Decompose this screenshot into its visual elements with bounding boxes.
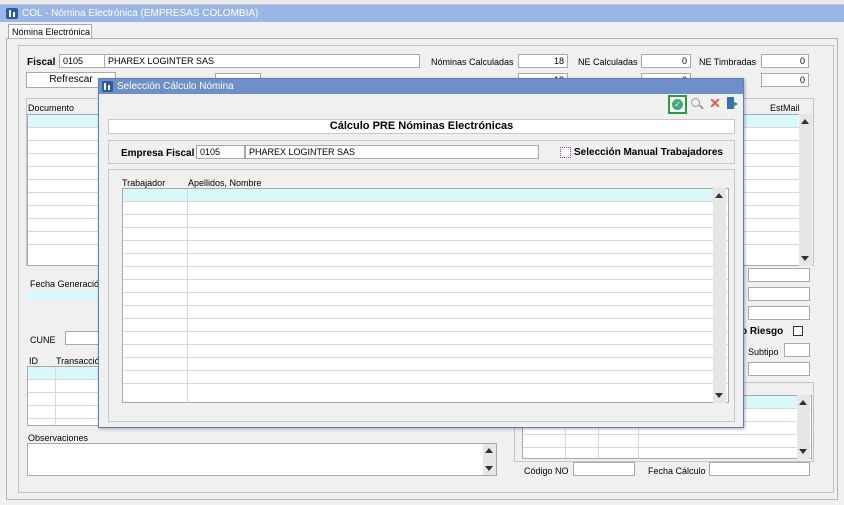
riesgo-checkbox[interactable]: [793, 326, 803, 336]
fecha-calculo-label: Fecha Cálculo: [648, 466, 706, 476]
right-field-3[interactable]: [748, 306, 810, 320]
seleccion-calculo-dialog: Selección Cálculo Nómina ✓ ✕ Cálculo PRE…: [98, 78, 744, 428]
tab-nomina-electronica[interactable]: Nómina Electrónica: [8, 24, 92, 39]
exit-button[interactable]: [726, 96, 740, 110]
seleccion-manual-checkbox[interactable]: [560, 147, 571, 158]
subtipo-field[interactable]: [784, 343, 810, 357]
cune-label: CUNE: [30, 335, 56, 345]
scroll-down-icon[interactable]: [485, 466, 493, 471]
fiscal-name-field[interactable]: PHAREX LOGINTER SAS: [104, 54, 420, 68]
seleccion-manual-label: Selección Manual Trabajadores: [574, 147, 723, 158]
empresa-code-field[interactable]: 0105: [196, 145, 245, 159]
ne-timbradas-label: NE Timbradas: [699, 57, 757, 67]
codigo-no-field[interactable]: [573, 462, 635, 476]
right-field-2[interactable]: [748, 287, 810, 301]
row2-value-c: 0: [761, 73, 809, 87]
trabajadores-grid[interactable]: [122, 188, 729, 403]
fiscal-label: Fiscal: [27, 57, 56, 68]
fecha-generacion-label: Fecha Generació: [30, 279, 100, 289]
search-button[interactable]: [690, 97, 704, 111]
estmail-header: EstMail: [770, 103, 800, 113]
dialog-heading: Cálculo PRE Nóminas Electrónicas: [329, 120, 514, 132]
ne-calculadas-label: NE Calculadas: [578, 57, 638, 67]
fecha-generacion-grid: [28, 290, 100, 300]
observaciones-scrollbar[interactable]: [483, 444, 496, 475]
riesgo-label: o Riesgo: [741, 326, 784, 337]
nominas-calculadas-label: Nóminas Calculadas: [431, 57, 514, 67]
app-icon: [6, 8, 18, 19]
close-icon: ✕: [709, 95, 721, 111]
dialog-app-icon: [102, 81, 113, 92]
transacciones-grid[interactable]: [27, 366, 102, 426]
scroll-up-icon[interactable]: [715, 193, 723, 198]
cancel-button[interactable]: ✕: [708, 96, 722, 110]
window-titlebar: COL - Nómina Electrónica (EMPRESAS COLOM…: [0, 5, 844, 22]
dialog-titlebar: Selección Cálculo Nómina: [99, 79, 743, 94]
fecha-calculo-field[interactable]: [709, 462, 810, 476]
scroll-down-icon[interactable]: [715, 393, 723, 398]
right-field-4[interactable]: [748, 362, 810, 376]
documento-scrollbar[interactable]: [799, 114, 812, 266]
observaciones-textarea[interactable]: [27, 443, 497, 476]
subtipo-label: Subtipo: [748, 347, 779, 357]
scroll-down-icon[interactable]: [801, 256, 809, 261]
scroll-up-icon[interactable]: [485, 448, 493, 453]
ne-calculadas-field: 0: [641, 54, 691, 68]
dialog-title: Selección Cálculo Nómina: [117, 81, 234, 92]
window-title: COL - Nómina Electrónica (EMPRESAS COLOM…: [22, 8, 259, 19]
empresa-fiscal-label: Empresa Fiscal: [121, 148, 195, 159]
nominas-calculadas-field: 18: [518, 54, 568, 68]
scroll-up-icon[interactable]: [799, 400, 807, 405]
ne-timbradas-field: 0: [761, 54, 809, 68]
documento-header: Documento: [28, 103, 75, 113]
scroll-up-icon[interactable]: [801, 119, 809, 124]
check-circle-icon: ✓: [672, 99, 683, 110]
dialog-heading-bar: Cálculo PRE Nóminas Electrónicas: [108, 119, 735, 134]
right-lower-scrollbar[interactable]: [797, 395, 810, 459]
confirm-button[interactable]: ✓: [668, 95, 687, 114]
fiscal-code-field[interactable]: 0105: [59, 54, 105, 68]
scroll-down-icon[interactable]: [799, 449, 807, 454]
trabajadores-scrollbar[interactable]: [713, 188, 726, 403]
codigo-no-label: Código NO: [524, 466, 569, 476]
right-field-1[interactable]: [748, 268, 810, 282]
empresa-name-field[interactable]: PHAREX LOGINTER SAS: [245, 145, 539, 159]
